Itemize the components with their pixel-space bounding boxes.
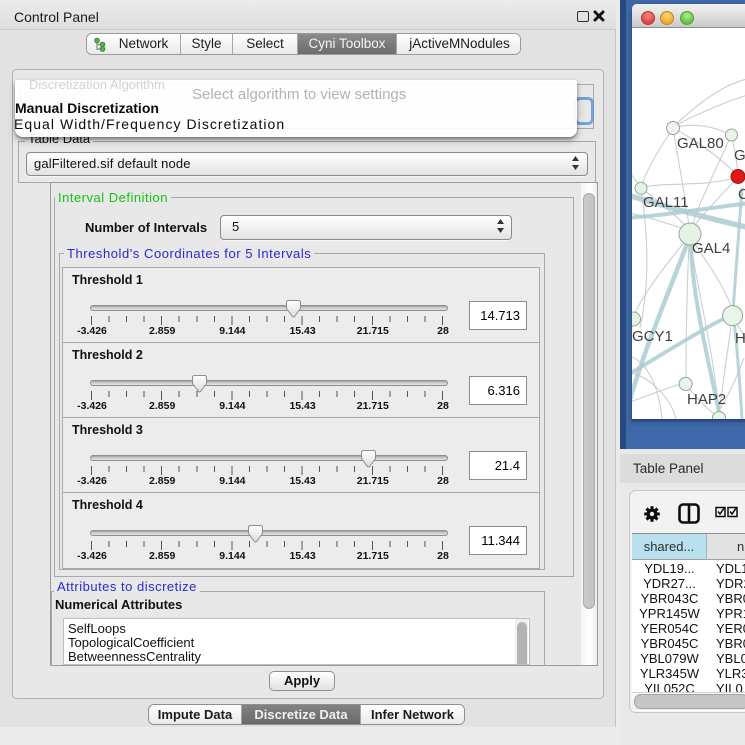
svg-text:GCY1: GCY1	[632, 328, 673, 345]
svg-text:GAL11: GAL11	[643, 194, 689, 211]
svg-text:C: C	[738, 186, 745, 203]
svg-text:GAL4: GAL4	[692, 240, 730, 257]
svg-text:H: H	[735, 330, 745, 347]
svg-text:GAL80: GAL80	[677, 135, 724, 152]
svg-text:GA: GA	[734, 147, 745, 164]
svg-text:HAP2: HAP2	[687, 391, 726, 408]
